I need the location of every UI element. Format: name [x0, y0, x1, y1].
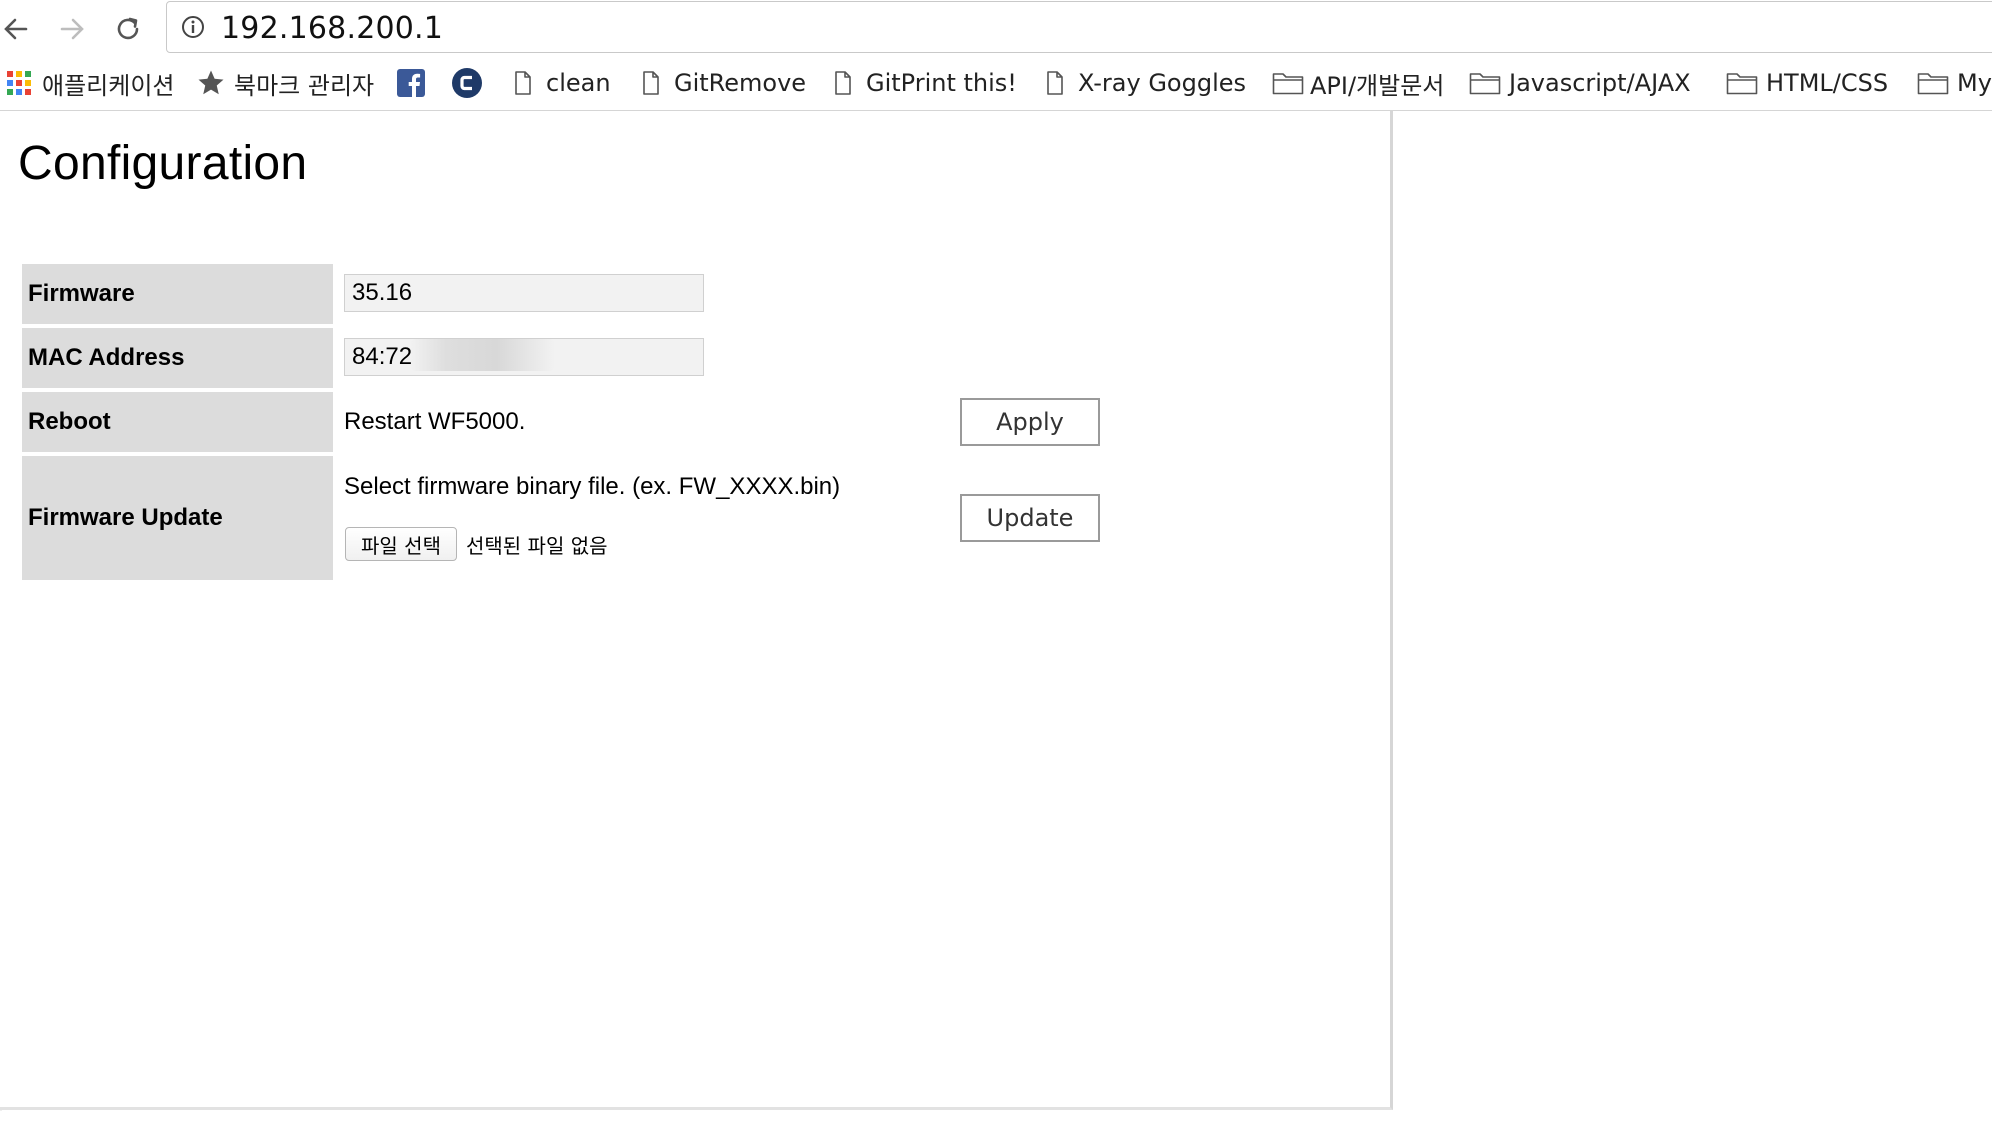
browser-toolbar: 192.168.200.1: [0, 0, 1992, 55]
mac-address-redaction: [410, 339, 555, 371]
firmware-update-description: Select firmware binary file. (ex. FW_XXX…: [344, 473, 841, 500]
url-text[interactable]: 192.168.200.1: [221, 11, 443, 46]
address-bar[interactable]: 192.168.200.1: [166, 1, 1992, 53]
update-button[interactable]: Update: [960, 494, 1100, 542]
bookmark-label: My: [1957, 69, 1992, 97]
bookmark-label: 애플리케이션: [42, 71, 175, 100]
bookmark-clean[interactable]: clean: [514, 67, 611, 99]
bookmark-label: GitRemove: [674, 69, 807, 97]
bookmark-label: Javascript/AJAX: [1509, 69, 1691, 97]
arrow-left-icon: [4, 18, 28, 40]
mac-address-label: MAC Address: [22, 328, 333, 388]
reload-button[interactable]: [108, 9, 148, 49]
arrow-right-icon: [60, 18, 84, 40]
folder-icon: [1726, 73, 1758, 95]
bookmark-xray-goggles[interactable]: X-ray Goggles: [1046, 67, 1246, 99]
bookmark-c-logo[interactable]: [451, 67, 483, 99]
bookmark-label: HTML/CSS: [1766, 69, 1889, 97]
config-frame: [0, 111, 1393, 1110]
folder-icon: [1469, 73, 1501, 95]
bookmark-facebook[interactable]: [397, 67, 425, 99]
choose-file-button[interactable]: 파일 선택: [345, 527, 457, 561]
apply-button[interactable]: Apply: [960, 398, 1100, 446]
bookmark-gitprint[interactable]: GitPrint this!: [834, 67, 1017, 99]
forward-button[interactable]: [52, 9, 92, 49]
bookmark-gitremove[interactable]: GitRemove: [642, 67, 806, 99]
bookmark-label: clean: [546, 69, 611, 97]
bookmark-manager[interactable]: 북마크 관리자: [196, 67, 375, 100]
page-icon: [835, 71, 851, 95]
reboot-label: Reboot: [22, 392, 333, 452]
page-title: Configuration: [18, 137, 308, 190]
apps-grid-icon: [7, 71, 31, 95]
file-status-text: 선택된 파일 없음: [466, 534, 608, 558]
c-logo-icon: [452, 68, 482, 98]
page-icon: [515, 71, 531, 95]
page-icon: [1047, 71, 1063, 95]
bookmark-folder-my[interactable]: My: [1917, 67, 1992, 99]
star-icon: [198, 70, 224, 95]
bookmark-apps[interactable]: 애플리케이션: [6, 67, 175, 100]
reboot-description: Restart WF5000.: [344, 408, 526, 435]
page-icon: [643, 71, 659, 95]
firmware-update-label: Firmware Update: [22, 456, 333, 580]
bookmark-label: 북마크 관리자: [234, 71, 375, 100]
folder-icon: [1272, 73, 1304, 95]
facebook-icon: [397, 69, 425, 97]
bookmark-label: API/개발문서: [1310, 71, 1445, 100]
folder-icon: [1917, 73, 1949, 95]
firmware-label: Firmware: [22, 264, 333, 324]
bookmark-label: X-ray Goggles: [1078, 69, 1246, 97]
bookmark-folder-javascript[interactable]: Javascript/AJAX: [1469, 67, 1691, 99]
firmware-field[interactable]: 35.16: [344, 274, 704, 312]
bookmark-folder-api[interactable]: API/개발문서: [1272, 67, 1445, 100]
back-button[interactable]: [0, 9, 36, 49]
bookmark-folder-html-css[interactable]: HTML/CSS: [1726, 67, 1888, 99]
bookmarks-bar: 애플리케이션 북마크 관리자 clean GitRemove GitPrint …: [0, 55, 1992, 111]
reload-icon: [117, 17, 139, 40]
bookmark-label: GitPrint this!: [866, 69, 1017, 97]
info-icon[interactable]: [181, 15, 205, 39]
